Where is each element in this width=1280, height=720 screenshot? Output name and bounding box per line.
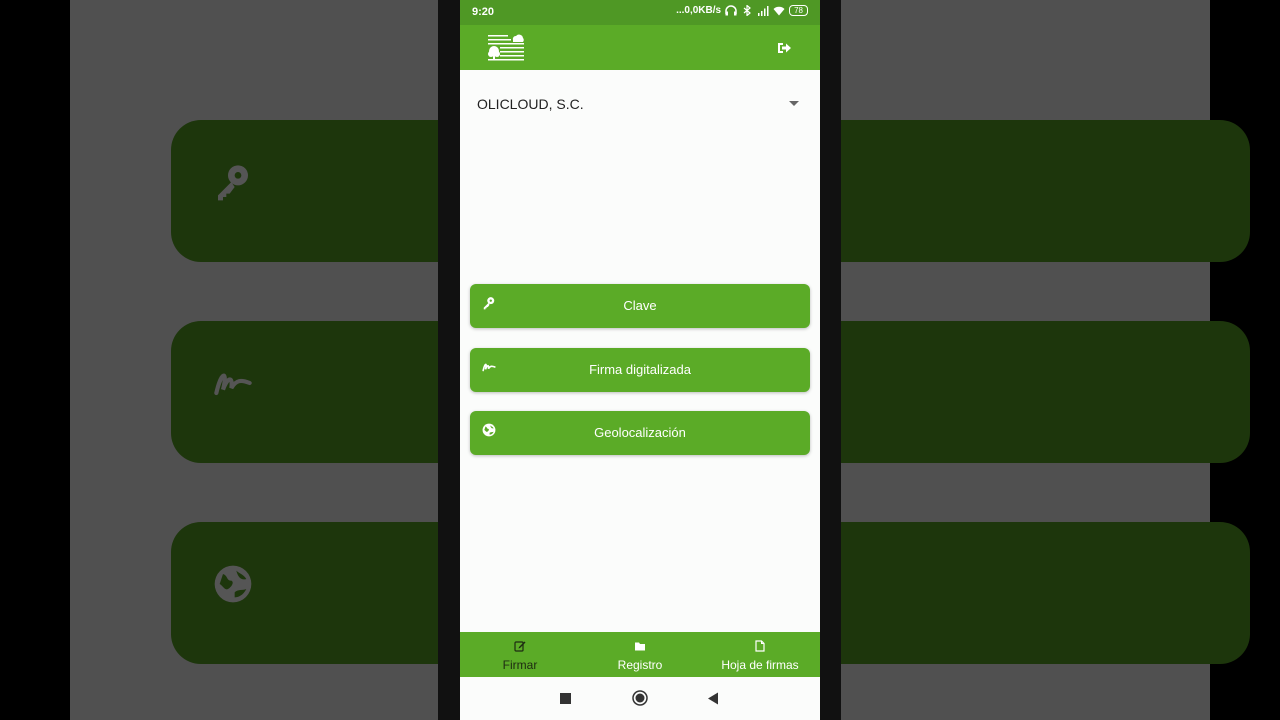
bottom-navigation: Firmar Registro Hoja de firmas (460, 632, 820, 677)
file-icon (755, 640, 765, 652)
company-select[interactable]: OLICLOUD, S.C. (477, 90, 799, 118)
sign-out-icon[interactable] (776, 40, 792, 56)
status-bar: 9:20 ...0,0KB/s 78 (460, 0, 820, 25)
recents-button[interactable] (560, 693, 571, 704)
signature-icon (214, 373, 252, 396)
clave-button[interactable]: Clave (470, 284, 810, 328)
signal-icon (758, 6, 769, 16)
company-select-value: OLICLOUD, S.C. (477, 96, 584, 112)
dropdown-arrow-icon (789, 101, 799, 106)
geolocalizacion-button[interactable]: Geolocalización (470, 411, 810, 455)
battery-level: 78 (789, 5, 808, 16)
firma-digitalizada-button-label: Firma digitalizada (589, 362, 691, 377)
nav-firmar[interactable]: Firmar (460, 632, 580, 677)
home-button[interactable] (632, 690, 648, 706)
app-bar (460, 25, 820, 70)
nav-registro[interactable]: Registro (580, 632, 700, 677)
status-time: 9:20 (472, 6, 495, 18)
network-speed: ...0,0KB/s (676, 5, 722, 16)
edit-icon (514, 641, 526, 652)
back-button[interactable] (707, 692, 719, 705)
olicloud-logo (488, 34, 524, 61)
nav-registro-label: Registro (617, 658, 663, 672)
system-navigation-bar (460, 677, 820, 720)
nav-hoja-de-firmas[interactable]: Hoja de firmas (700, 632, 820, 677)
geolocalizacion-button-label: Geolocalización (594, 425, 686, 440)
folder-icon (635, 642, 645, 651)
nav-firmar-label: Firmar (502, 658, 538, 672)
headphones-icon (725, 5, 737, 16)
firma-digitalizada-button[interactable]: Firma digitalizada (470, 348, 810, 392)
globe-icon (214, 565, 252, 603)
status-icons: ...0,0KB/s 78 (676, 5, 808, 16)
bluetooth-icon (743, 5, 752, 16)
app-screen: 9:20 ...0,0KB/s 78 OLICLOUD, S.C. Clave … (460, 0, 820, 720)
clave-button-label: Clave (623, 298, 657, 313)
wifi-icon (773, 6, 785, 16)
nav-hoja-de-firmas-label: Hoja de firmas (721, 658, 799, 672)
key-icon (218, 165, 248, 201)
phone-frame: 9:20 ...0,0KB/s 78 OLICLOUD, S.C. Clave … (438, 0, 841, 720)
